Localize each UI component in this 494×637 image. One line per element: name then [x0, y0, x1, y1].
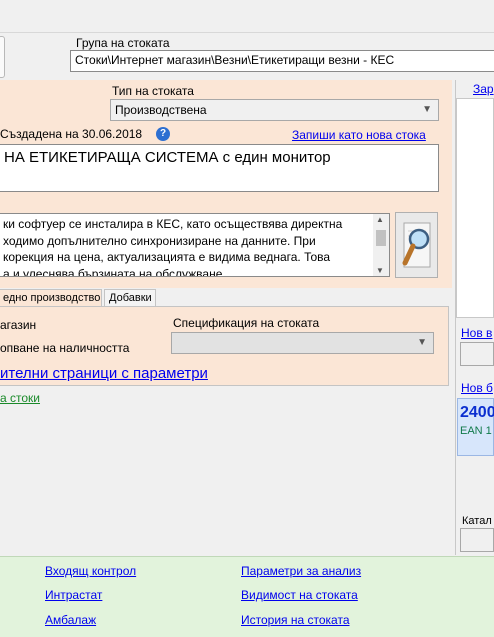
stock-opening-label: опване на наличността	[0, 341, 130, 355]
search-image-button[interactable]	[395, 212, 438, 278]
packaging-link[interactable]: Амбалаж	[45, 613, 96, 627]
visibility-link[interactable]: Видимост на стоката	[241, 588, 358, 602]
group-label: Група на стоката	[76, 36, 170, 50]
right-top-link[interactable]: Зар	[473, 82, 494, 96]
stoki-link[interactable]: а стоки	[0, 391, 40, 405]
catalog-button[interactable]	[460, 528, 494, 552]
new-barcode-link[interactable]: Нов б	[461, 381, 493, 395]
chevron-down-icon: ▼	[422, 104, 432, 115]
created-date: Създадена на 30.06.2018	[0, 127, 143, 141]
footer-panel: Входящ контрол Интрастат Амбалаж Парамет…	[0, 556, 494, 637]
description-scrollbar[interactable]: ▲ ▼	[373, 214, 389, 276]
type-select-value: Производствена	[115, 103, 207, 117]
history-link[interactable]: История на стоката	[241, 613, 350, 627]
magnifier-icon	[402, 222, 431, 268]
description-line: корекция на цена, актуализацията е видим…	[3, 250, 331, 264]
save-as-new-link[interactable]: Запиши като нова стока	[292, 128, 426, 142]
intrastat-link[interactable]: Интрастат	[45, 588, 102, 602]
type-label: Тип на стоката	[112, 84, 194, 98]
ean-label: EAN 1	[460, 425, 492, 437]
description-field[interactable]: ки софтуер се инсталира в КЕС, като осъщ…	[0, 213, 390, 277]
spec-select[interactable]: ▼	[171, 332, 434, 354]
spec-label: Спецификация на стоката	[173, 316, 320, 330]
store-label: агазин	[0, 318, 37, 332]
description-line: а и улеснява бързината на обслужване.	[3, 266, 226, 277]
incoming-control-link[interactable]: Входящ контрол	[45, 564, 136, 578]
type-select[interactable]: Производствена ▼	[110, 99, 439, 121]
group-field[interactable]: Стоки\Интернет магазин\Везни\Етикетиращи…	[70, 50, 494, 72]
analysis-params-link[interactable]: Параметри за анализ	[241, 564, 361, 578]
additional-pages-link[interactable]: ителни страници с параметри	[0, 365, 208, 382]
description-line: ходимо допълнително синхронизиране на да…	[3, 233, 316, 248]
scroll-thumb[interactable]	[376, 230, 386, 246]
right-image-box	[456, 98, 494, 318]
new-link-1[interactable]: Нов в	[461, 326, 492, 340]
scroll-down-icon[interactable]: ▼	[376, 266, 384, 275]
catalog-label: Катал	[462, 515, 492, 527]
product-name-field[interactable]: НА ЕТИКЕТИРАЩА СИСТЕМА с един монитор	[0, 144, 439, 192]
tab-production[interactable]: едно производство	[0, 289, 102, 307]
tab-additives[interactable]: Добавки	[104, 289, 156, 307]
help-icon[interactable]: ?	[156, 127, 170, 141]
barcode-value: 2400	[460, 404, 494, 421]
left-edge-button[interactable]	[0, 36, 5, 78]
description-line: ки софтуер се инсталира в КЕС, като осъщ…	[3, 217, 343, 231]
scroll-up-icon[interactable]: ▲	[376, 215, 384, 224]
top-toolbar	[0, 0, 494, 33]
chevron-down-icon: ▼	[417, 337, 427, 348]
right-button-1[interactable]	[460, 342, 494, 366]
